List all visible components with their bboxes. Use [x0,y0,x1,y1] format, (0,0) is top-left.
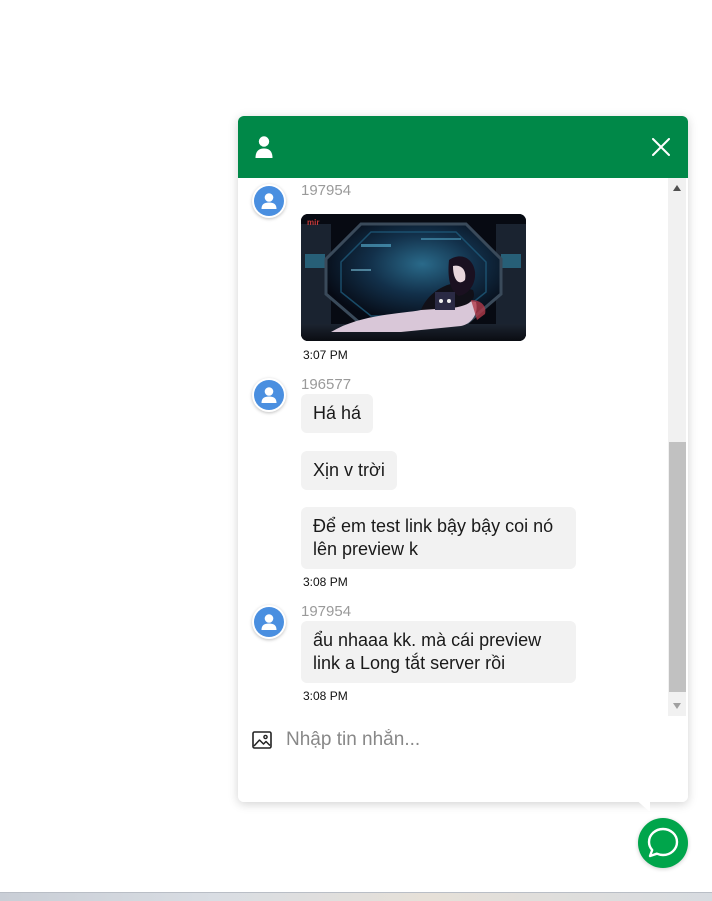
message-bubble: Để em test link bậy bậy coi nó lên previ… [301,507,576,569]
scroll-down-button[interactable] [668,698,686,714]
message-bubble: Há há [301,394,374,433]
message-composer [238,716,688,802]
avatar-user-icon [254,607,284,637]
close-button[interactable] [646,132,676,162]
svg-text:mir: mir [307,218,319,227]
scroll-up-button[interactable] [668,180,686,196]
chat-window: 197954 mir 3:07 PM 196577 Há há Xịn v tr… [238,116,688,802]
message-scrollbar[interactable] [668,178,686,716]
chat-header [238,116,688,178]
message-bubble: Xịn v trời [301,451,397,490]
message-time: 3:07 PM [303,348,348,362]
triangle-down-icon [673,703,681,709]
chat-bubble-icon [647,827,679,858]
avatar-user-icon [254,380,284,410]
message-list[interactable]: 197954 mir 3:07 PM 196577 Há há Xịn v tr… [238,178,668,716]
image-icon[interactable] [251,730,273,750]
chat-launcher-button[interactable] [638,818,688,868]
close-icon [652,138,670,156]
avatar-user-icon [254,186,284,216]
anime-image: mir [301,214,526,341]
avatar [252,605,286,639]
user-icon [255,136,273,158]
message-time: 3:08 PM [303,575,348,589]
sender-name: 197954 [301,603,352,620]
launcher-tail [634,798,650,812]
avatar [252,184,286,218]
avatar [252,378,286,412]
message-time: 3:08 PM [303,689,348,703]
image-message[interactable]: mir [301,214,526,341]
sender-name: 196577 [301,376,352,393]
scroll-thumb[interactable] [669,442,686,692]
message-input[interactable] [286,724,666,756]
sender-name: 197954 [301,182,352,199]
message-bubble: ẩu nhaaa kk. mà cái preview link a Long … [301,621,576,683]
triangle-up-icon [673,185,681,191]
